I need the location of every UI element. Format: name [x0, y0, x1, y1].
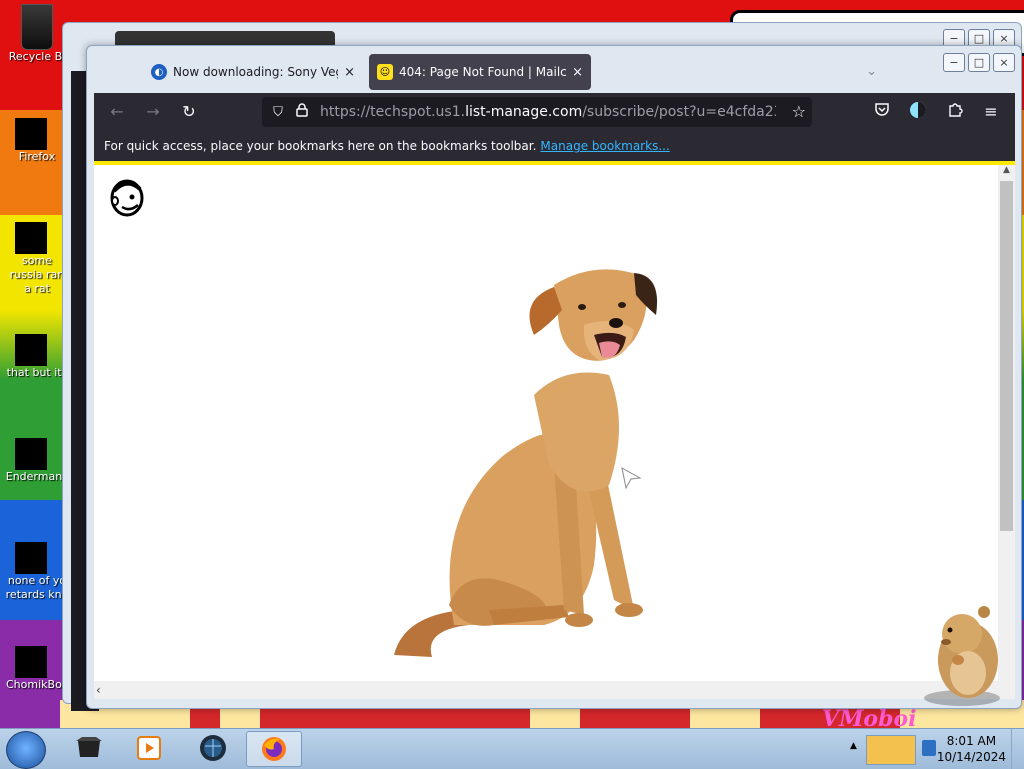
url-domain: list-manage.com	[465, 104, 583, 120]
clock-date: 10/14/2024	[936, 750, 1006, 764]
clock-time: 8:01 AM	[946, 734, 997, 748]
account-icon[interactable]	[907, 101, 929, 123]
hamburger-menu-icon[interactable]: ≡	[980, 101, 1002, 123]
clock[interactable]: 8:01 AM 10/14/2024	[937, 733, 1006, 765]
desktop-icon-label: some russia ran a rat	[9, 254, 65, 295]
scroll-left-arrow-icon[interactable]: ‹	[96, 683, 101, 697]
file-icon	[15, 334, 47, 366]
back-arrow-icon[interactable]: ←	[106, 101, 128, 123]
scroll-up-arrow-icon[interactable]: ▲	[1000, 165, 1013, 179]
hamster-desktop-pet[interactable]	[922, 598, 1010, 708]
bookmark-star-icon[interactable]: ☆	[792, 102, 806, 121]
show-hidden-icons-arrow-icon[interactable]: ▲	[850, 741, 857, 751]
taskbar-globe-icon[interactable]	[186, 731, 240, 765]
show-desktop-button[interactable]	[1011, 729, 1024, 769]
mailchimp-favicon-icon: ☺	[377, 64, 393, 80]
recycle-bin-icon	[21, 4, 53, 50]
url-text[interactable]: https://techspot.us1.list-manage.com/sub…	[320, 104, 776, 120]
start-button-windows-icon[interactable]	[6, 731, 46, 769]
taskbar-app-dark-icon[interactable]	[62, 731, 116, 765]
lock-icon[interactable]	[292, 103, 312, 121]
tab-mailchimp-404[interactable]: ☺ 404: Page Not Found | Mailchim ×	[369, 54, 591, 90]
desktop-icon-label: none of yo retards kno	[5, 574, 69, 601]
scrollbar-thumb[interactable]	[1000, 181, 1013, 531]
bookmarks-toolbar: For quick access, place your bookmarks h…	[94, 131, 1015, 161]
reload-icon[interactable]: ↻	[178, 101, 200, 123]
tray-app-icon[interactable]	[866, 735, 916, 765]
firefox-icon	[15, 118, 47, 150]
nav-toolbar: ← → ↻ ⛉ https://techspot.us1.list-manage…	[94, 93, 1015, 165]
url-path: /subscribe/post?u=e4cfda23de0688b	[582, 104, 776, 120]
tab-title: Now downloading: Sony Vegas	[173, 65, 338, 79]
file-icon	[15, 222, 47, 254]
url-host: https://techspot.us1.	[320, 104, 466, 120]
extensions-puzzle-icon[interactable]	[944, 101, 966, 123]
close-tab-icon[interactable]: ×	[572, 65, 583, 80]
address-bar[interactable]: ⛉ https://techspot.us1.list-manage.com/s…	[262, 97, 812, 127]
forward-arrow-icon[interactable]: →	[142, 101, 164, 123]
pocket-icon[interactable]	[871, 101, 893, 123]
taskbar: ▲ 8:01 AM 10/14/2024	[0, 728, 1024, 769]
bookmarks-hint-text: For quick access, place your bookmarks h…	[104, 139, 537, 153]
file-icon	[15, 438, 47, 470]
manage-bookmarks-link[interactable]: Manage bookmarks...	[540, 139, 669, 153]
list-all-tabs-chevron-icon[interactable]: ⌄	[866, 64, 877, 79]
horizontal-scrollbar[interactable]: ‹	[94, 681, 1015, 699]
page-content	[94, 165, 998, 681]
vmoboi-watermark: VMoboi	[822, 706, 917, 728]
mouse-cursor-icon	[621, 467, 642, 490]
network-icon[interactable]	[922, 740, 936, 756]
mailchimp-logo-icon[interactable]	[108, 177, 146, 217]
taskbar-media-player-icon[interactable]	[122, 731, 176, 765]
dog-image	[394, 269, 658, 657]
tab-title: 404: Page Not Found | Mailchim	[399, 65, 567, 79]
tab-sony-vegas[interactable]: ◐ Now downloading: Sony Vegas ×	[143, 54, 363, 90]
file-icon	[15, 542, 47, 574]
close-tab-icon[interactable]: ×	[344, 65, 355, 80]
tab-strip: ◐ Now downloading: Sony Vegas × ☺ 404: P…	[95, 46, 995, 94]
close-button[interactable]: ×	[993, 53, 1015, 72]
taskbar-firefox-icon[interactable]	[246, 731, 302, 767]
chomikbox-icon	[15, 646, 47, 678]
download-site-icon: ◐	[151, 64, 167, 80]
shield-icon[interactable]: ⛉	[268, 105, 288, 120]
system-tray: ▲ 8:01 AM 10/14/2024	[844, 729, 1024, 769]
